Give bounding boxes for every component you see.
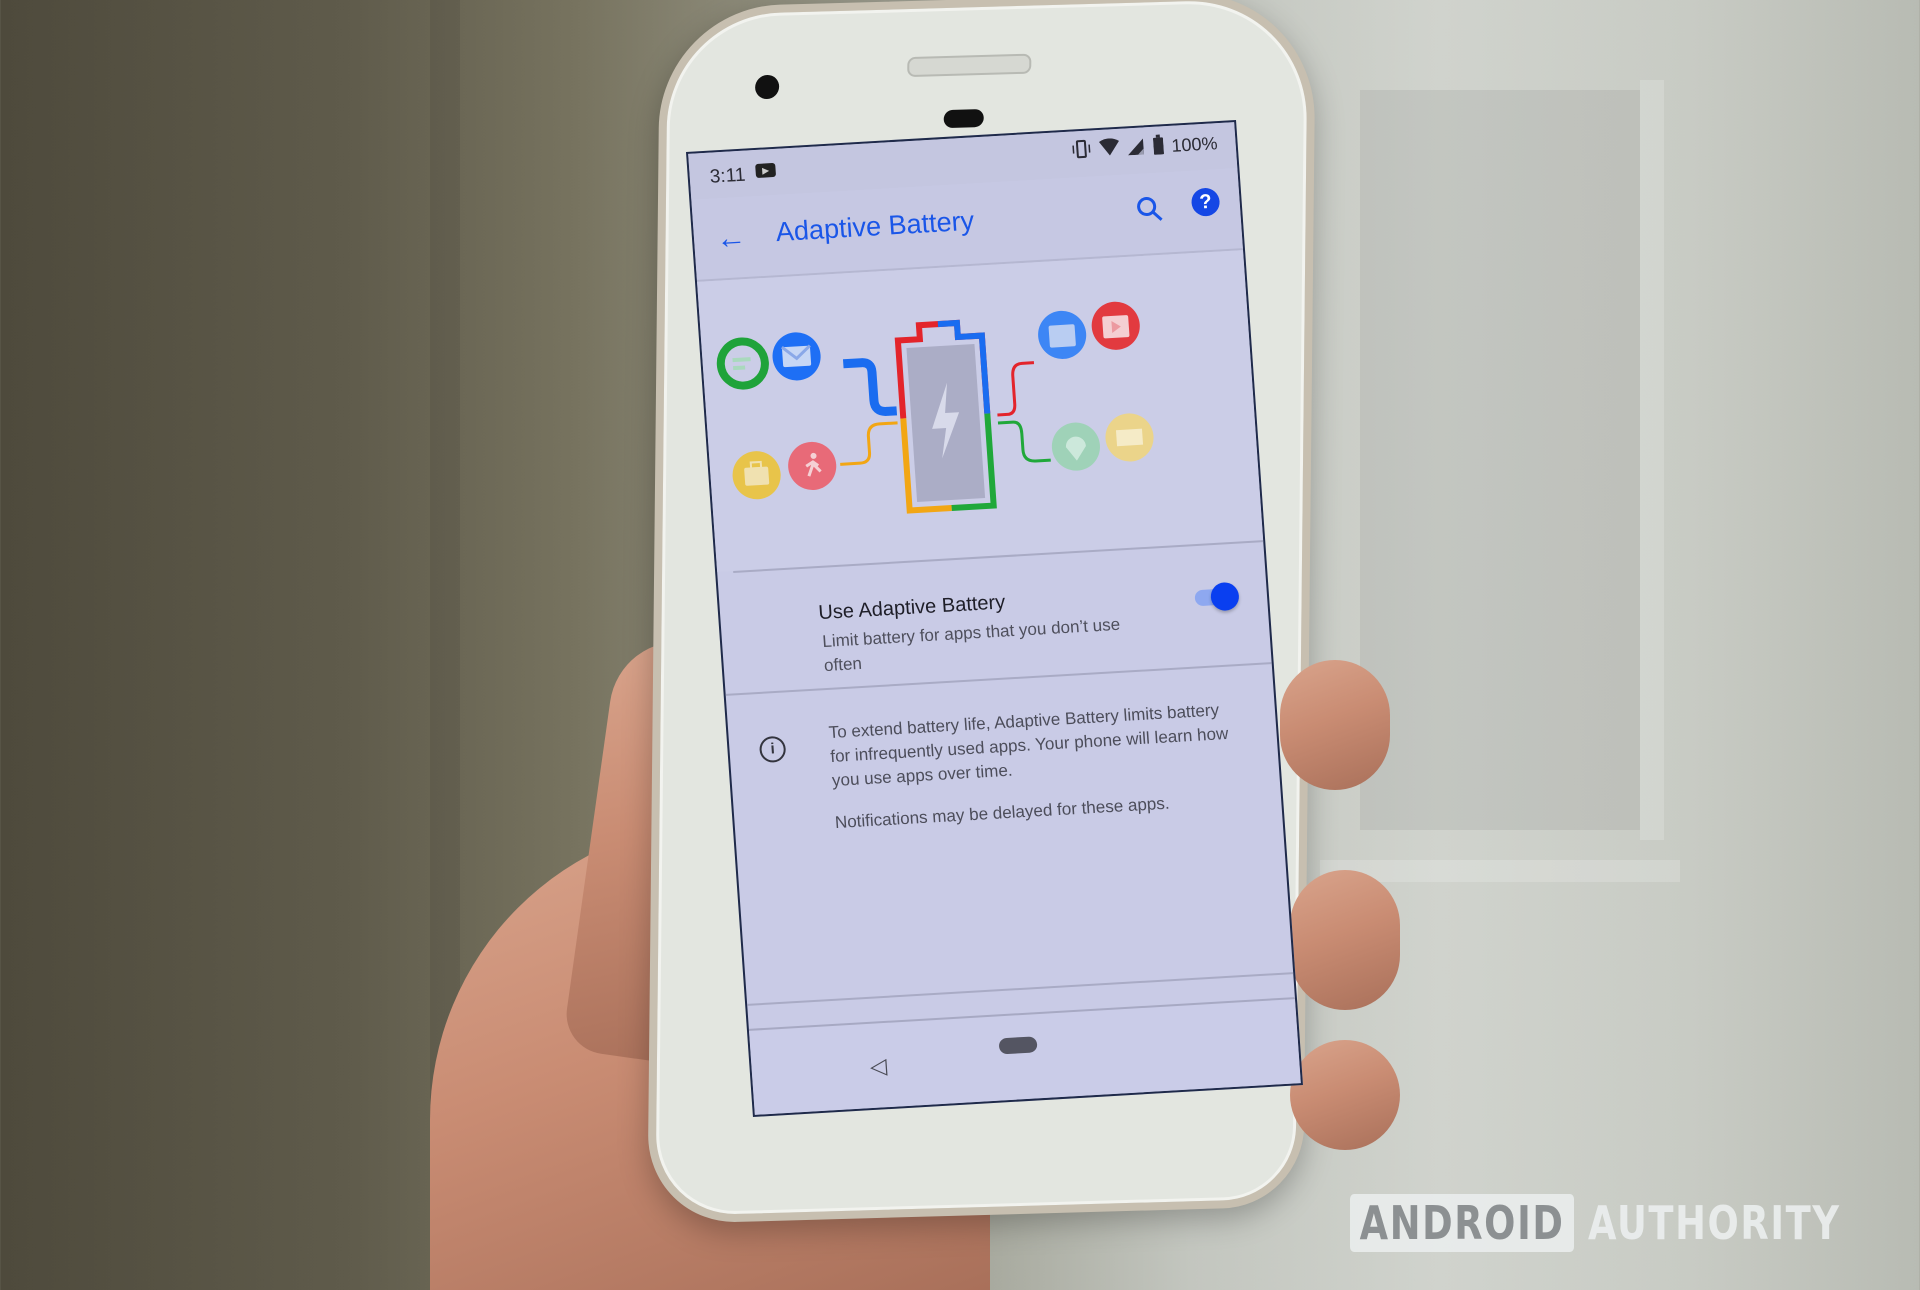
adaptive-battery-illustration	[697, 250, 1264, 572]
location-pin-icon	[1051, 422, 1100, 471]
info-notifications-note: Notifications may be delayed for these a…	[834, 793, 1171, 833]
email-icon	[772, 332, 821, 381]
divider	[747, 972, 1294, 1006]
earpiece-speaker	[907, 53, 1032, 78]
search-icon[interactable]	[1133, 192, 1169, 228]
wire-yellow	[840, 421, 898, 466]
finger	[1290, 1040, 1400, 1150]
nav-back-icon[interactable]: ◁	[869, 1053, 888, 1080]
door-panel-edge	[1640, 80, 1664, 840]
nav-home-pill-icon[interactable]	[998, 1036, 1038, 1055]
adaptive-battery-toggle[interactable]	[1194, 581, 1240, 612]
proximity-sensor	[943, 108, 984, 129]
wire-red	[997, 361, 1035, 417]
ticket-icon	[1105, 413, 1154, 462]
calendar-icon	[1038, 310, 1087, 359]
running-icon	[788, 441, 837, 490]
youtube-icon: ▶	[755, 162, 777, 179]
watermark-android: ANDROID	[1350, 1194, 1575, 1252]
status-time: 3:11	[709, 164, 747, 188]
info-paragraph: To extend battery life, Adaptive Battery…	[828, 700, 1229, 791]
watermark-authority: AUTHORITY	[1588, 1196, 1841, 1250]
front-camera	[755, 74, 780, 100]
play-icon	[1091, 301, 1140, 350]
status-icons: 100%	[1071, 131, 1219, 164]
wire-green	[997, 420, 1051, 463]
toggle-thumb	[1209, 581, 1240, 612]
arrow-back-icon[interactable]: ←	[715, 221, 747, 257]
info-section: i To extend battery life, Adaptive Batte…	[726, 667, 1286, 899]
page-title: Adaptive Battery	[774, 205, 976, 248]
watermark: ANDROID AUTHORITY	[1294, 1194, 1904, 1252]
phone-screen: 3:11 ▶ 100% ← Adaptive Battery ? Use Ada…	[686, 119, 1303, 1118]
vibrate-icon	[1071, 138, 1093, 164]
battery-full-icon	[1152, 134, 1165, 160]
help-icon[interactable]: ?	[1190, 187, 1221, 217]
messages-icon	[716, 337, 769, 390]
door-panel-shadow	[1360, 90, 1640, 830]
battery-percentage: 100%	[1170, 133, 1219, 156]
wifi-icon	[1098, 138, 1121, 162]
finger	[1280, 660, 1390, 790]
wire-blue	[842, 358, 898, 416]
briefcase-icon	[732, 451, 781, 500]
finger	[1290, 870, 1400, 1010]
signal-no-data-icon	[1127, 136, 1147, 160]
info-icon: i	[758, 735, 787, 764]
